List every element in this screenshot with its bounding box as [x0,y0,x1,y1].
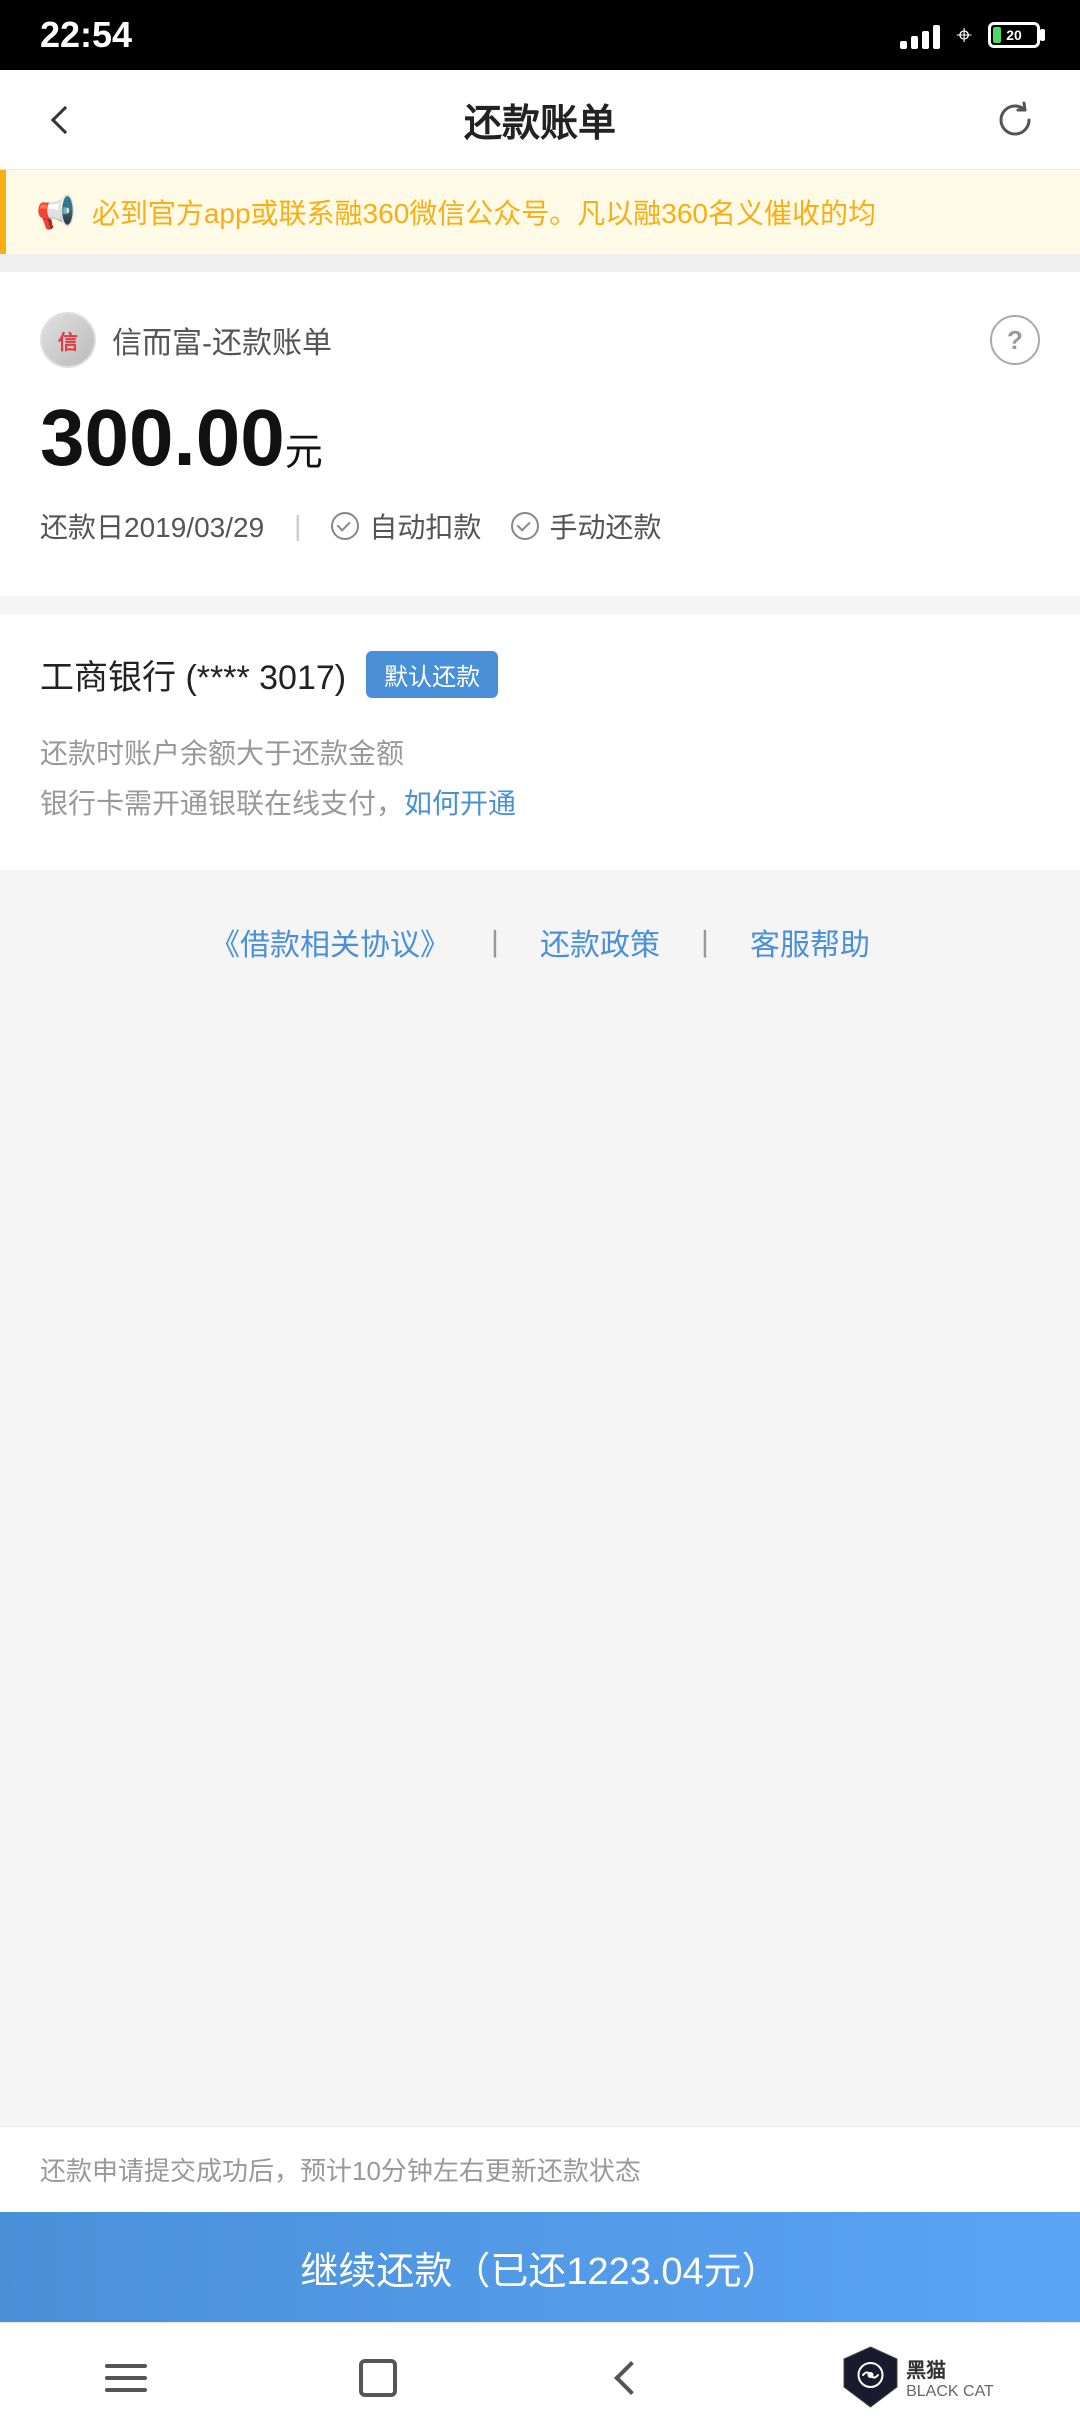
wifi-icon: ⌖ [956,19,972,52]
bank-note-2: 银行卡需开通银联在线支付，如何开通 [40,779,1040,829]
provider-logo: 信 [40,312,96,368]
page-title: 还款账单 [464,92,616,147]
amount-value: 300.00 [40,393,285,482]
refresh-icon [994,99,1036,141]
loan-card: 信 信而富-还款账单 ? 300.00元 还款日2019/03/29 | 自动扣… [0,272,1080,596]
bank-section: 工商银行 (**** 3017) 默认还款 还款时账户余额大于还款金额 银行卡需… [0,614,1080,870]
how-to-enable-link[interactable]: 如何开通 [404,788,516,819]
auto-deduct: 自动扣款 [331,506,481,546]
warning-text: 必到官方app或联系融360微信公众号。凡以融360名义催收的均 [92,192,876,232]
heimao-title: 黑猫 [906,2354,994,2383]
links-row: 《借款相关协议》 丨 还款政策 丨 客服帮助 [0,870,1080,964]
hamburger-button[interactable] [86,2348,166,2408]
check-circle-icon [331,512,359,540]
help-button[interactable]: ? [990,315,1040,365]
bottom-note: 还款申请提交成功后，预计10分钟左右更新还款状态 [0,2126,1080,2212]
manual-repay: 手动还款 [511,506,661,546]
status-icons: ⌖ 20 [900,19,1040,52]
signal-icon [900,21,940,49]
bank-notes: 还款时账户余额大于还款金额 银行卡需开通银联在线支付，如何开通 [40,729,1040,830]
bank-row: 工商银行 (**** 3017) 默认还款 [40,650,1040,699]
link-sep-1: 丨 [480,920,510,964]
content-area: 信 信而富-还款账单 ? 300.00元 还款日2019/03/29 | 自动扣… [0,254,1080,2432]
bank-note-1: 还款时账户余额大于还款金额 [40,729,1040,779]
gray-area: 《借款相关协议》 丨 还款政策 丨 客服帮助 [0,870,1080,2126]
back-nav-arrow-icon [614,2361,648,2395]
hamburger-icon [105,2364,147,2392]
meta-row: 还款日2019/03/29 | 自动扣款 手动还款 [40,506,1040,546]
default-badge: 默认还款 [366,651,498,698]
bank-name: 工商银行 (**** 3017) [40,650,346,699]
amount-row: 300.00元 [40,398,1040,478]
heimao-logo: 黑猫 BLACK CAT [843,2345,994,2410]
provider-name: 信而富-还款账单 [112,318,332,362]
bottom-note-text: 还款申请提交成功后，预计10分钟左右更新还款状态 [40,2156,641,2186]
loan-agreement-link[interactable]: 《借款相关协议》 [210,920,450,964]
check-circle-icon-2 [511,512,539,540]
continue-repay-button[interactable]: 继续还款（已还1223.04元） [0,2212,1080,2322]
warning-icon: 📢 [36,193,76,231]
home-square-icon [359,2359,397,2397]
status-time: 22:54 [40,14,132,56]
status-bar: 22:54 ⌖ 20 [0,0,1080,70]
back-nav-button[interactable] [591,2348,671,2408]
nav-bar: 还款账单 [0,70,1080,170]
bottom-nav: 黑猫 BLACK CAT [0,2322,1080,2432]
heimao-subtitle: BLACK CAT [906,2383,994,2401]
due-date: 还款日2019/03/29 [40,506,264,546]
battery-icon: 20 [988,22,1040,48]
warning-banner: 📢 必到官方app或联系融360微信公众号。凡以融360名义催收的均 [0,170,1080,254]
provider-row: 信 信而富-还款账单 ? [40,312,1040,368]
back-arrow-icon [51,105,79,133]
home-button[interactable] [338,2348,418,2408]
back-button[interactable] [40,95,90,145]
customer-support-link[interactable]: 客服帮助 [750,920,870,964]
refresh-button[interactable] [990,95,1040,145]
heimao-shield-icon [843,2345,898,2410]
section-divider [0,596,1080,614]
provider-left: 信 信而富-还款账单 [40,312,332,368]
repay-policy-link[interactable]: 还款政策 [540,920,660,964]
amount-unit: 元 [285,432,323,474]
gray-fill [0,964,1080,2126]
link-sep-2: 丨 [690,920,720,964]
